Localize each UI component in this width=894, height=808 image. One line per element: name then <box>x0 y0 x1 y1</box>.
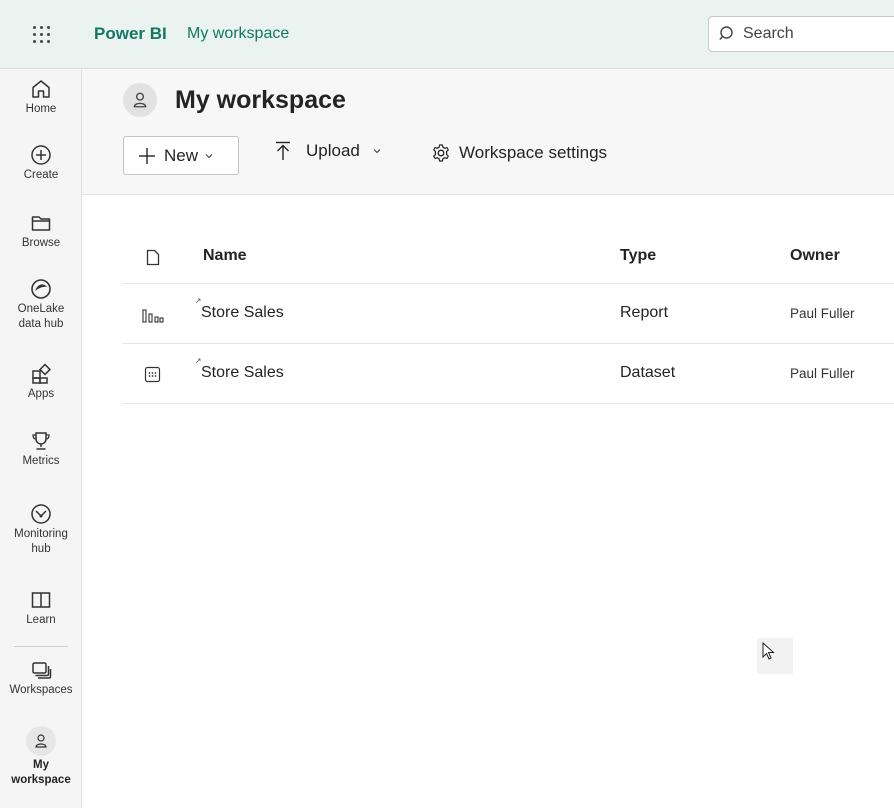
user-icon <box>133 92 147 108</box>
content-table: Name Type Owner Store Sales Report Paul … <box>123 228 894 404</box>
nav-item-my-workspace[interactable]: My workspace <box>0 726 82 788</box>
nav-item-metrics[interactable]: Metrics <box>0 430 82 469</box>
new-button[interactable]: New <box>123 136 239 175</box>
search-input[interactable]: Search <box>708 16 894 52</box>
onelake-icon <box>31 279 51 299</box>
breadcrumb-workspace[interactable]: My workspace <box>187 25 289 43</box>
app-launcher-button[interactable] <box>0 0 82 69</box>
dataset-icon <box>144 366 161 383</box>
nav-label-metrics: Metrics <box>22 455 60 467</box>
plus-circle-icon <box>31 145 51 165</box>
nav-label-workspaces: Workspaces <box>9 684 73 696</box>
nav-item-browse[interactable]: Browse <box>0 212 82 251</box>
nav-label-monitoring: Monitoring hub <box>14 528 68 555</box>
nav-item-home[interactable]: Home <box>0 78 82 117</box>
item-name[interactable]: Store Sales <box>201 364 284 382</box>
my-workspace-avatar <box>26 726 56 756</box>
nav-label-home: Home <box>25 103 57 115</box>
chevron-down-icon <box>373 149 381 154</box>
brand-title[interactable]: Power BI <box>94 24 167 44</box>
item-type: Dataset <box>620 364 676 381</box>
nav-divider <box>14 646 68 647</box>
workspaces-icon <box>32 662 52 679</box>
page-title: My workspace <box>175 86 346 114</box>
home-icon <box>32 80 50 98</box>
search-placeholder: Search <box>743 25 794 42</box>
nav-label-onelake: OneLake data hub <box>17 303 65 330</box>
left-navigation: Home Create Browse OneLake data hub Apps <box>0 69 82 808</box>
column-header-owner[interactable]: Owner <box>790 247 840 265</box>
column-header-type[interactable]: Type <box>620 247 656 265</box>
nav-label-create: Create <box>23 169 59 181</box>
search-icon <box>719 26 733 40</box>
nav-label-browse: Browse <box>21 237 61 249</box>
apps-icon <box>32 363 52 384</box>
table-row[interactable]: Store Sales Dataset Paul Fuller <box>123 344 894 404</box>
column-header-name[interactable]: Name <box>203 247 247 265</box>
item-owner: Paul Fuller <box>790 366 855 381</box>
workspace-avatar <box>123 83 157 117</box>
user-icon <box>35 734 47 748</box>
mouse-pointer-icon <box>762 642 775 660</box>
nav-item-apps[interactable]: Apps <box>0 363 82 402</box>
workspace-header: My workspace New Upload Workspace settin… <box>82 69 894 195</box>
waffle-icon <box>32 26 50 43</box>
nav-item-onelake[interactable]: OneLake data hub <box>0 278 82 332</box>
nav-item-workspaces[interactable]: Workspaces <box>0 659 82 698</box>
nav-item-monitoring[interactable]: Monitoring hub <box>0 503 82 557</box>
book-icon <box>31 592 51 608</box>
gear-icon <box>433 144 449 162</box>
workspace-settings-button[interactable]: Workspace settings <box>431 143 607 163</box>
chevron-down-icon <box>205 153 213 158</box>
table-row[interactable]: Store Sales Report Paul Fuller <box>123 284 894 344</box>
trophy-icon <box>32 432 50 450</box>
item-type: Report <box>620 304 669 321</box>
upload-button[interactable]: Upload <box>274 141 382 161</box>
nav-label-apps: Apps <box>27 388 55 400</box>
document-icon <box>146 249 160 266</box>
nav-label-my-workspace: My workspace <box>11 759 71 786</box>
report-icon <box>142 309 164 323</box>
nav-label-learn: Learn <box>26 614 56 626</box>
new-button-label: New <box>164 145 199 165</box>
table-header: Name Type Owner <box>123 228 894 284</box>
upload-button-label: Upload <box>306 141 360 160</box>
monitoring-icon <box>31 504 51 524</box>
item-owner: Paul Fuller <box>790 306 855 321</box>
upload-icon <box>276 141 290 160</box>
top-bar: Power BI My workspace Search <box>0 0 894 69</box>
workspace-settings-label: Workspace settings <box>459 143 608 162</box>
nav-item-learn[interactable]: Learn <box>0 589 82 628</box>
folder-icon <box>31 216 51 231</box>
item-name[interactable]: Store Sales <box>201 304 284 322</box>
nav-item-create[interactable]: Create <box>0 144 82 183</box>
mouse-cursor-area <box>757 638 793 674</box>
plus-icon <box>139 147 155 164</box>
